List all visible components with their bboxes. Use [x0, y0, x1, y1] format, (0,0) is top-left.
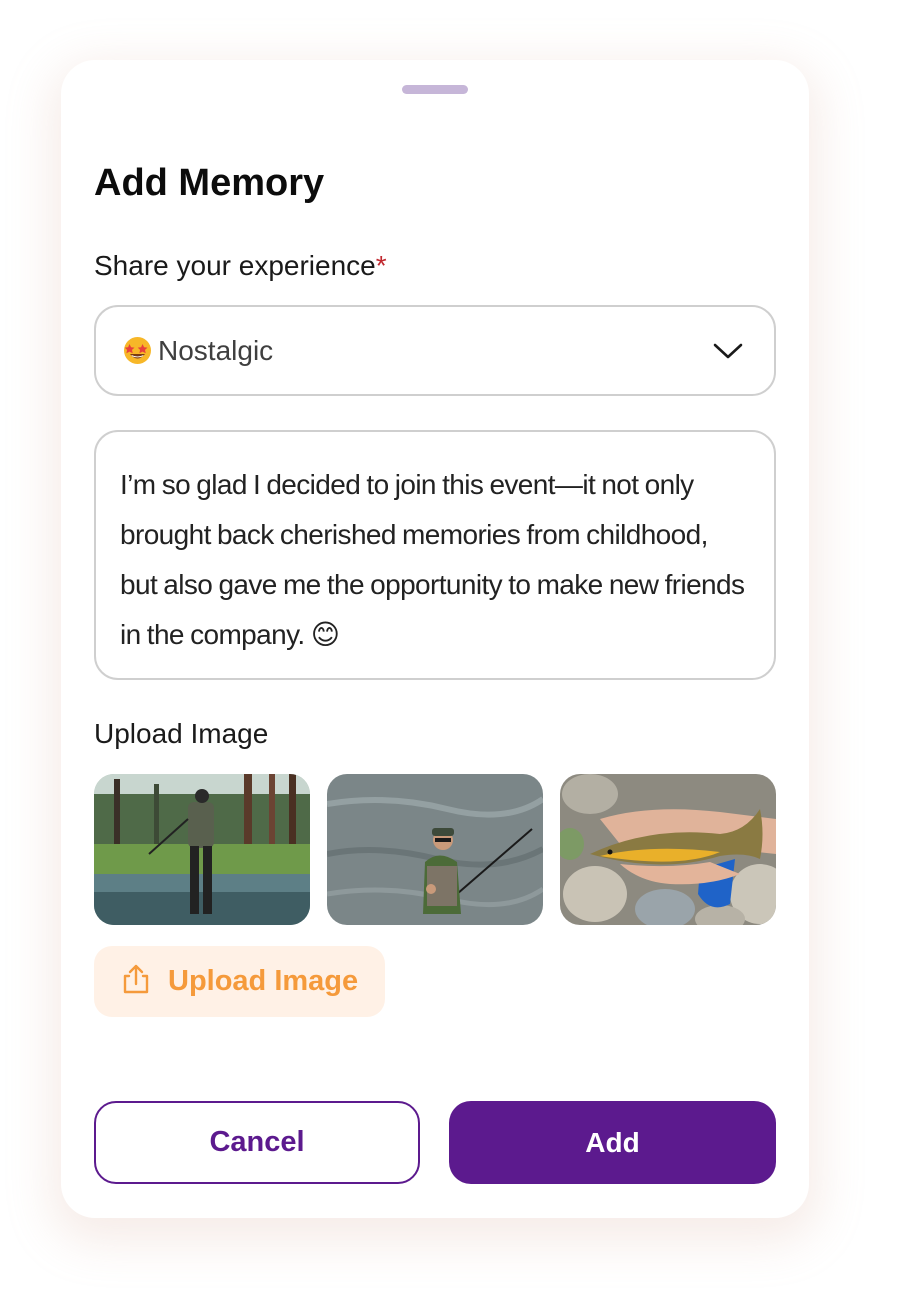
photo-angler-in-river[interactable] — [94, 774, 310, 925]
star-struck-emoji-icon — [123, 336, 152, 365]
add-button-label: Add — [585, 1126, 640, 1158]
photo-trout-in-hands[interactable] — [560, 774, 776, 925]
dialog-title: Add Memory — [94, 162, 325, 204]
required-marker: * — [375, 250, 387, 281]
photo-fisherman-wading[interactable] — [327, 774, 543, 925]
upload-image-button-label: Upload Image — [168, 965, 359, 997]
drag-handle[interactable] — [402, 85, 468, 94]
mood-select[interactable]: Nostalgic — [94, 305, 776, 396]
selected-mood: Nostalgic — [158, 334, 274, 366]
experience-label-text: Share your experience — [94, 250, 376, 281]
add-button[interactable]: Add — [449, 1101, 776, 1184]
add-memory-sheet: Add Memory Share your experience* Nostal… — [61, 60, 809, 1218]
cancel-button[interactable]: Cancel — [94, 1101, 420, 1184]
memory-text: I’m so glad I decided to join this event… — [120, 469, 745, 650]
upload-image-button[interactable]: Upload Image — [94, 946, 385, 1017]
experience-label: Share your experience* — [94, 250, 387, 282]
cancel-button-label: Cancel — [209, 1126, 305, 1158]
upload-icon — [119, 962, 153, 1001]
memory-textarea[interactable]: I’m so glad I decided to join this event… — [94, 430, 776, 680]
chevron-down-icon[interactable] — [712, 335, 744, 372]
upload-image-label: Upload Image — [94, 718, 269, 749]
